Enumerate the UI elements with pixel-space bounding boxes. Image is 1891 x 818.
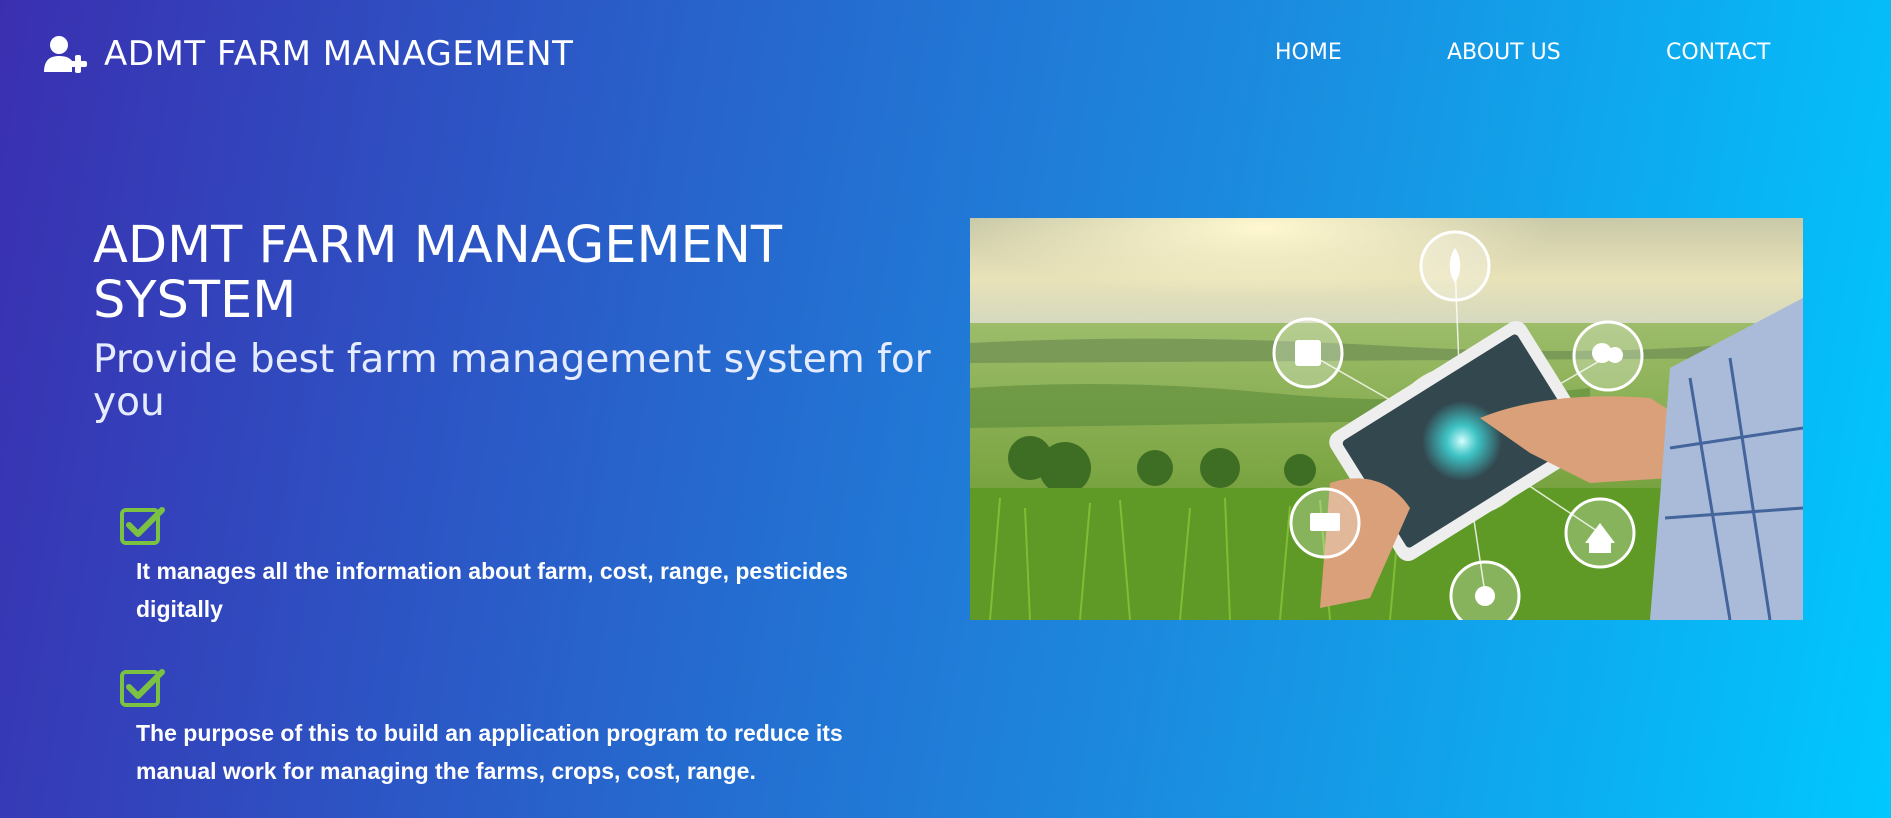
checkbox-checked-icon [120, 669, 165, 707]
hero-image [970, 218, 1803, 620]
hero-subtitle: Provide best farm management system for … [93, 337, 931, 425]
main-nav: HOME ABOUT US CONTACT [0, 40, 1891, 70]
hero-title: ADMT FARM MANAGEMENT SYSTEM [93, 216, 783, 330]
checkbox-checked-icon [120, 507, 165, 545]
navbar: ADMT FARM MANAGEMENT HOME ABOUT US CONTA… [0, 0, 1891, 110]
smart-farm-illustration [970, 218, 1803, 620]
nav-home-link[interactable]: HOME [1275, 40, 1342, 65]
feature-item: It manages all the information about far… [120, 506, 880, 628]
nav-contact-link[interactable]: CONTACT [1666, 40, 1770, 65]
feature-text: The purpose of this to build an applicat… [136, 720, 843, 784]
nav-about-link[interactable]: ABOUT US [1447, 40, 1561, 65]
feature-text: It manages all the information about far… [136, 558, 848, 622]
feature-item: The purpose of this to build an applicat… [120, 668, 880, 790]
